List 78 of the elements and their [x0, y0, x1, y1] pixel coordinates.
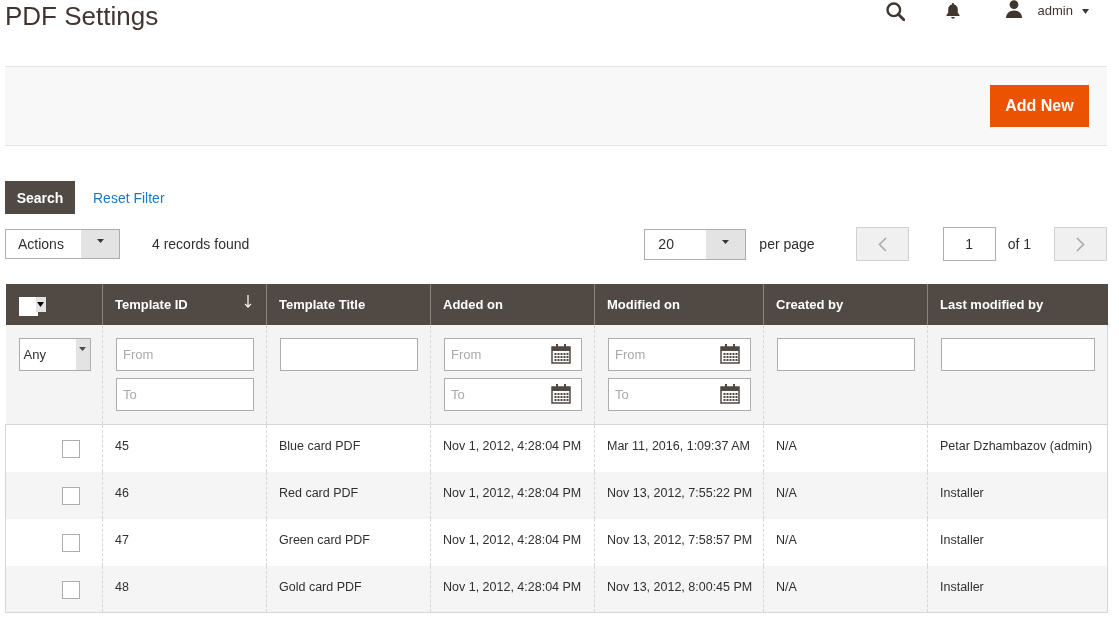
table-cell: Nov 13, 2012, 7:58:57 PM — [594, 518, 764, 566]
table-cell: 48 — [102, 565, 267, 613]
text-input[interactable] — [777, 338, 915, 371]
column-header[interactable]: Created by — [763, 284, 928, 325]
caret-icon — [79, 347, 86, 351]
row-checkbox[interactable] — [62, 533, 80, 552]
table-cell: Green card PDF — [266, 518, 431, 566]
arrow-down-icon — [244, 295, 252, 308]
table-cell: N/A — [763, 424, 928, 472]
date-input[interactable]: To — [444, 378, 582, 411]
table-cell: Nov 1, 2012, 4:28:04 PM — [430, 565, 595, 613]
search-button[interactable]: Search — [5, 181, 75, 214]
calendar-icon — [551, 384, 571, 404]
table-cell: Mar 11, 2016, 1:09:37 AM — [594, 424, 764, 472]
table-cell: Nov 1, 2012, 4:28:04 PM — [430, 471, 595, 519]
table-cell: Nov 13, 2012, 7:55:22 PM — [594, 471, 764, 519]
row-checkbox[interactable] — [62, 486, 80, 505]
date-input[interactable]: From — [444, 338, 582, 371]
table-cell: Red card PDF — [266, 471, 431, 519]
user-icon — [1004, 0, 1023, 18]
caret-icon — [1082, 9, 1089, 14]
calendar-icon — [720, 344, 740, 364]
calendar-button[interactable] — [720, 384, 740, 404]
notifications-button[interactable] — [945, 3, 960, 19]
date-input[interactable]: From — [608, 338, 751, 371]
table-cell: Nov 13, 2012, 8:00:45 PM — [594, 565, 764, 613]
page-total: of 1 — [1007, 236, 1031, 252]
column-header[interactable]: Added on — [430, 284, 595, 325]
reset-filter-link[interactable]: Reset Filter — [93, 189, 165, 206]
table-cell: Installer — [927, 471, 1108, 519]
calendar-button[interactable] — [551, 384, 571, 404]
range-input[interactable]: From — [116, 338, 254, 371]
per-page-dropdown[interactable]: 20 — [644, 228, 747, 260]
calendar-icon — [551, 344, 571, 364]
search-icon — [885, 2, 905, 21]
table-cell: Gold card PDF — [266, 565, 431, 613]
page-title: PDF Settings — [5, 0, 159, 32]
table-cell: Installer — [927, 565, 1108, 613]
account-menu[interactable]: admin — [1004, 0, 1089, 18]
select-options-toggle[interactable] — [35, 297, 46, 312]
table-cell: 45 — [102, 424, 267, 472]
chevron-left-icon — [877, 236, 887, 252]
range-input[interactable]: To — [116, 378, 254, 411]
table-cell: Nov 1, 2012, 4:28:04 PM — [430, 424, 595, 472]
caret-icon — [37, 302, 44, 307]
actions-dropdown[interactable]: Actions — [5, 229, 120, 259]
table-cell: Blue card PDF — [266, 424, 431, 472]
caret-icon — [722, 239, 730, 244]
column-header[interactable]: Last modified by — [927, 284, 1108, 325]
column-header[interactable]: Modified on — [594, 284, 764, 325]
text-input[interactable] — [941, 338, 1095, 371]
table-cell: Installer — [927, 518, 1108, 566]
text-input[interactable] — [280, 338, 418, 371]
chevron-right-icon — [1076, 236, 1085, 252]
table-cell: N/A — [763, 518, 928, 566]
select-all-checkbox[interactable] — [18, 297, 38, 316]
per-page-label: per page — [759, 236, 815, 252]
calendar-button[interactable] — [720, 344, 740, 364]
row-checkbox[interactable] — [62, 440, 80, 458]
calendar-button[interactable] — [551, 344, 571, 364]
search-button[interactable] — [885, 2, 905, 21]
column-header[interactable]: Template ID — [102, 284, 267, 325]
add-new-button[interactable]: Add New — [990, 85, 1089, 127]
page-number-input[interactable]: 1 — [942, 227, 996, 261]
row-checkbox[interactable] — [62, 580, 80, 599]
caret-icon — [96, 239, 104, 243]
table-cell: N/A — [763, 471, 928, 519]
bell-icon — [945, 3, 960, 19]
status-filter-dropdown[interactable]: Any — [18, 338, 91, 371]
table-cell: Petar Dzhambazov (admin) — [927, 424, 1108, 472]
date-input[interactable]: To — [608, 378, 751, 411]
column-header[interactable]: Template Title — [266, 284, 431, 325]
records-count: 4 records found — [152, 236, 250, 252]
calendar-icon — [720, 384, 740, 404]
table-cell: 46 — [102, 471, 267, 519]
table-cell: N/A — [763, 565, 928, 613]
table-cell: 47 — [102, 518, 267, 566]
table-cell: Nov 1, 2012, 4:28:04 PM — [430, 518, 595, 566]
